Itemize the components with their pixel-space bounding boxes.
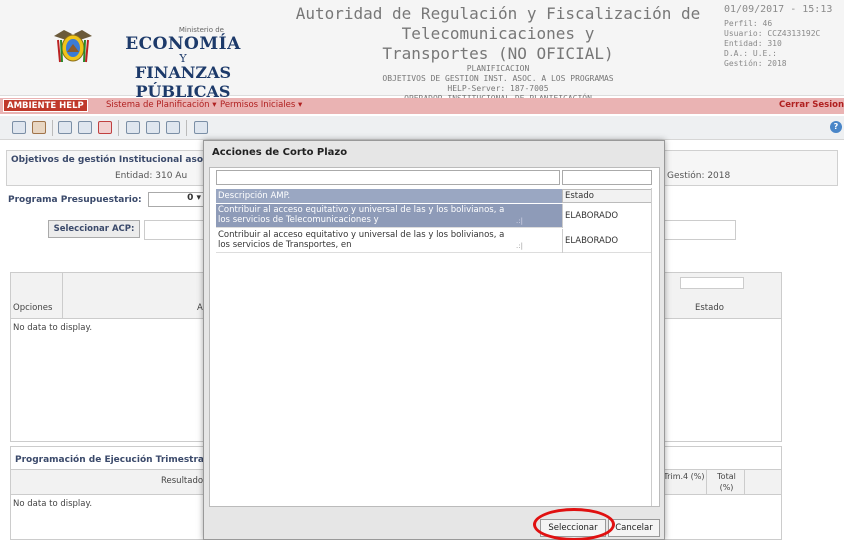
programa-label: Programa Presupuestario: (8, 195, 142, 205)
app-header: Ministerio de ECONOMÍA Y FINANZAS PÚBLIC… (0, 0, 844, 107)
subtitle-1: PLANIFICACION (466, 64, 530, 73)
gestion-text: Gestión: 2018 (667, 171, 731, 181)
title-line-2: Transportes (NO OFICIAL) (382, 44, 614, 63)
programa-select[interactable]: 0 ▾ (148, 192, 206, 207)
toolbar-separator (186, 120, 187, 136)
gestion: Gestión: 2018 (724, 59, 787, 68)
logo-economia: ECONOMÍA (125, 34, 241, 54)
col-estado-modal[interactable]: Estado (562, 189, 652, 203)
col-trim4: Trim.4 (%) (661, 470, 707, 494)
no-data-text-2: No data to display. (13, 499, 93, 509)
resize-grip-icon: .:| (516, 217, 523, 225)
row-description: Contribuir al acceso equitativo y univer… (218, 230, 505, 250)
table-row[interactable]: Contribuir al acceso equitativo y univer… (216, 229, 652, 253)
subtitle-2: OBJETIVOS DE GESTION INST. ASOC. A LOS P… (382, 74, 614, 83)
print-icon[interactable] (126, 121, 140, 134)
session-info: 01/09/2017 - 15:13 Perfil: 46 Usuario: C… (724, 4, 844, 69)
section-title: Objetivos de gestión Institucional asoc (11, 155, 209, 165)
da-ue: D.A.: U.E.: (724, 49, 777, 58)
table-row[interactable]: Contribuir al acceso equitativo y univer… (216, 204, 652, 228)
estado-filter[interactable] (680, 277, 744, 289)
modal-title: Acciones de Corto Plazo (212, 147, 348, 158)
col-total: Total (%) (709, 470, 745, 494)
perfil: Perfil: 46 (724, 19, 773, 28)
ministry-small-text: Ministerio de (178, 26, 224, 34)
scrollbar[interactable] (651, 188, 657, 506)
ministry-logo: Ministerio de ECONOMÍA Y FINANZAS PÚBLIC… (108, 26, 258, 107)
col-opciones: Opciones (13, 303, 53, 313)
cancel-button[interactable]: Cancelar (608, 519, 660, 537)
entidad-text: Entidad: 310 Au (115, 171, 188, 181)
col-estado: Estado (695, 303, 724, 313)
export-icon[interactable] (166, 121, 180, 134)
col-descripcion[interactable]: Descripción AMP. (218, 191, 290, 201)
modal-body: Descripción AMP. Estado Contribuir al ac… (209, 167, 660, 507)
col-resultado: Resultado (161, 476, 204, 486)
desc-filter-input[interactable] (216, 170, 560, 185)
select-button[interactable]: Seleccionar (540, 519, 606, 537)
modal-grid-header: Descripción AMP. Estado (216, 189, 652, 203)
entidad: Entidad: 310 (724, 39, 782, 48)
no-data-text: No data to display. (13, 323, 93, 333)
refresh-icon[interactable] (98, 121, 112, 134)
datetime: 01/09/2017 - 15:13 (724, 4, 833, 15)
quarterly-title: Programación de Ejecución Trimestral (15, 455, 208, 465)
toolbar-separator (118, 120, 119, 136)
toolbar: ? (0, 116, 844, 140)
resize-grip-icon: .:| (516, 242, 523, 250)
estado-filter-input[interactable] (562, 170, 652, 185)
pdf-icon[interactable] (146, 121, 160, 134)
logout-link[interactable]: Cerrar Sesion (779, 100, 844, 110)
logo-finanzas: FINANZAS PÚBLICAS (134, 63, 232, 101)
fullscreen-icon[interactable] (194, 121, 208, 134)
logo-and: Y (179, 52, 187, 65)
row-estado: ELABORADO (562, 204, 652, 228)
menu-permisos-iniciales[interactable]: Permisos Iniciales ▾ (220, 100, 302, 110)
row-estado: ELABORADO (562, 229, 652, 253)
view-icon[interactable] (12, 121, 26, 134)
menu-sistema-planificacion[interactable]: Sistema de Planificación ▾ (106, 100, 217, 110)
select-acp-button[interactable]: Seleccionar ACP: (48, 220, 140, 238)
subtitle-3: HELP-Server: 187-7005 (447, 84, 549, 93)
menu-bar: AMBIENTE HELP Sistema de Planificación ▾… (0, 98, 844, 114)
undo-icon[interactable] (32, 121, 46, 134)
toolbar-separator (52, 120, 53, 136)
save-icon[interactable] (78, 121, 92, 134)
bolivia-coat-of-arms-icon (52, 26, 94, 66)
help-icon[interactable]: ? (830, 121, 842, 133)
col-a: A (197, 303, 203, 313)
new-document-icon[interactable] (58, 121, 72, 134)
environment-badge: AMBIENTE HELP (3, 99, 88, 112)
app-title: Autoridad de Regulación y Fiscalización … (282, 4, 714, 104)
title-line-1: Autoridad de Regulación y Fiscalización … (295, 4, 701, 43)
acp-modal: Acciones de Corto Plazo Descripción AMP.… (203, 140, 665, 540)
row-description: Contribuir al acceso equitativo y univer… (218, 205, 505, 225)
usuario: Usuario: CCZ4313192C (724, 29, 821, 38)
